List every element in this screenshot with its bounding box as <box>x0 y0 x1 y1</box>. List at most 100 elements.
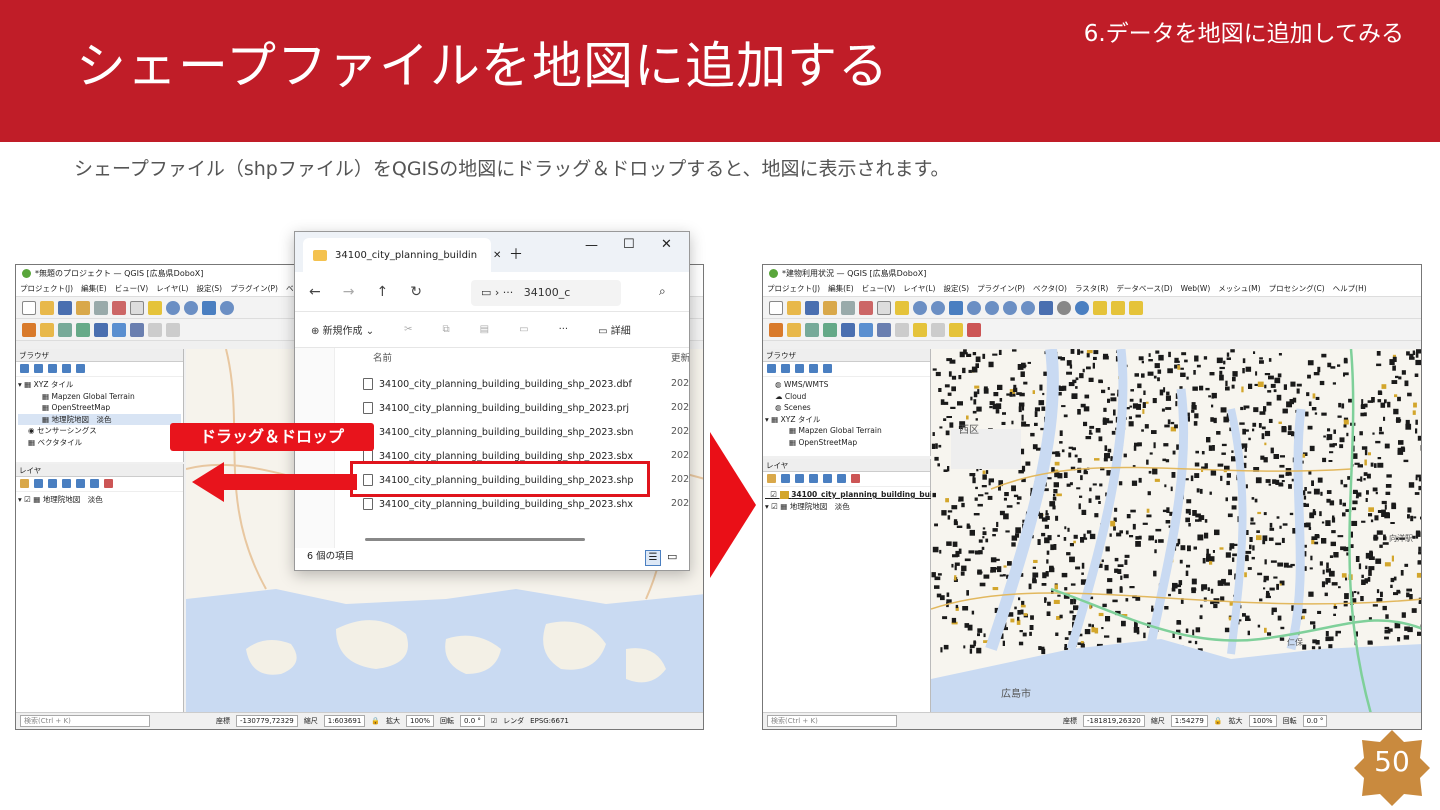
diagram-icon[interactable] <box>967 322 981 337</box>
render-checkbox[interactable]: ☑ <box>491 717 497 725</box>
digitize-icon[interactable] <box>895 322 909 337</box>
menu-item[interactable]: メッシュ(M) <box>1218 283 1260 294</box>
menu-item[interactable]: 編集(E) <box>828 283 854 294</box>
lock-icon[interactable]: 🔒 <box>1214 717 1223 725</box>
tree-item[interactable]: ▾ ▦ XYZ タイル <box>18 379 181 391</box>
menu-item[interactable]: ベクタ(O) <box>1033 283 1067 294</box>
add-raster-icon[interactable] <box>805 322 819 337</box>
pan-to-selection-icon[interactable] <box>895 300 909 315</box>
edit-icon[interactable] <box>166 322 180 337</box>
search-icon[interactable]: ⌕ <box>659 284 666 299</box>
tree-item[interactable]: ▦ Mapzen Global Terrain <box>18 391 181 403</box>
copy-icon[interactable]: ⧉ <box>443 324 450 335</box>
new-project-icon[interactable] <box>769 300 783 315</box>
collapse-icon[interactable] <box>809 364 818 373</box>
refresh-icon[interactable] <box>1075 300 1089 315</box>
pan-hand-icon[interactable] <box>130 300 144 315</box>
zoom-in-icon[interactable] <box>913 300 927 315</box>
menu-item[interactable]: ラスタ(R) <box>1075 283 1108 294</box>
eye-icon[interactable] <box>48 479 57 488</box>
filter-icon[interactable] <box>48 364 57 373</box>
explorer-tab[interactable]: 34100_city_planning_buildin ✕ <box>303 238 501 272</box>
add-vector-icon[interactable] <box>787 322 801 337</box>
digitize-icon[interactable] <box>148 322 162 337</box>
file-row[interactable]: 34100_city_planning_building_building_sh… <box>363 421 633 443</box>
eye-icon[interactable] <box>795 474 804 483</box>
list-view-icon[interactable]: ☰ <box>645 550 661 566</box>
open-folder-icon[interactable] <box>787 300 801 315</box>
menu-item[interactable]: Web(W) <box>1181 284 1211 293</box>
horizontal-scrollbar[interactable] <box>365 538 585 541</box>
add-wms-icon[interactable] <box>841 322 855 337</box>
close-window-icon[interactable]: ✕ <box>661 237 672 252</box>
tree-item[interactable]: ▦ Mapzen Global Terrain <box>765 425 928 437</box>
rotation-field[interactable]: 0.0 ° <box>1302 715 1328 727</box>
data-source-manager-icon[interactable] <box>769 322 783 337</box>
menu-item[interactable]: ヘルプ(H) <box>1333 283 1367 294</box>
up-icon[interactable]: ↑ <box>376 284 388 300</box>
save-edits-icon[interactable] <box>931 322 945 337</box>
zoom-out-icon[interactable] <box>184 300 198 315</box>
collapse-icon[interactable] <box>837 474 846 483</box>
zoom-full-icon[interactable] <box>949 300 963 315</box>
crs-button[interactable]: EPSG:6671 <box>530 717 569 725</box>
tree-item[interactable]: ☁ Cloud <box>765 391 928 403</box>
print-layout-icon[interactable] <box>94 300 108 315</box>
save-as-icon[interactable] <box>76 300 90 315</box>
zoom-field[interactable]: 100% <box>406 715 435 727</box>
tree-item[interactable]: ▦ 地理院地図 淡色 <box>18 413 181 425</box>
menu-item[interactable]: レイヤ(L) <box>903 283 935 294</box>
collapse-icon[interactable] <box>90 479 99 488</box>
coord-field[interactable]: -130779,72329 <box>236 715 298 727</box>
info-icon[interactable] <box>823 364 832 373</box>
menu-item[interactable]: プロジェクト(J) <box>767 283 820 294</box>
remove-layer-icon[interactable] <box>104 479 113 488</box>
refresh-icon[interactable]: ↻ <box>410 284 422 300</box>
tree-item[interactable]: ◍ WMS/WMTS <box>765 379 928 391</box>
tree-item[interactable]: ▦ ベクタタイル <box>18 437 181 449</box>
tree-item[interactable]: ▦ OpenStreetMap <box>18 402 181 414</box>
bookmark-icon[interactable] <box>1039 300 1053 315</box>
style-icon[interactable] <box>20 479 29 488</box>
menu-item[interactable]: 設定(S) <box>196 283 222 294</box>
menu-item[interactable]: 編集(E) <box>81 283 107 294</box>
search-input[interactable]: 検索(Ctrl + K) <box>20 715 150 727</box>
close-tab-icon[interactable]: ✕ <box>493 250 501 261</box>
menu-item[interactable]: レイヤ(L) <box>156 283 188 294</box>
select-icon[interactable] <box>1093 300 1107 315</box>
zoom-selection-icon[interactable] <box>985 300 999 315</box>
print-layout-icon[interactable] <box>841 300 855 315</box>
zoom-full-icon[interactable] <box>202 300 216 315</box>
add-delimited-icon[interactable] <box>76 322 90 337</box>
scale-field[interactable]: 1:54279 <box>1170 715 1208 727</box>
attribute-table-icon[interactable] <box>1111 300 1125 315</box>
menu-item[interactable]: データベース(D) <box>1116 283 1172 294</box>
column-header-updated[interactable]: 更新 <box>671 350 689 364</box>
add-group-icon[interactable] <box>34 479 43 488</box>
open-folder-icon[interactable] <box>40 300 54 315</box>
zoom-last-icon[interactable] <box>1003 300 1017 315</box>
layer-item[interactable]: ▾ ☑ ▦ 地理院地図 淡色 <box>18 494 181 506</box>
zoom-layer-icon[interactable] <box>220 300 234 315</box>
zoom-layer-icon[interactable] <box>967 300 981 315</box>
minimize-icon[interactable]: — <box>585 238 598 253</box>
menu-item[interactable]: プロジェクト(J) <box>20 283 73 294</box>
refresh-icon[interactable] <box>781 364 790 373</box>
zoom-in-icon[interactable] <box>166 300 180 315</box>
paste-icon[interactable]: ▤ <box>480 324 489 335</box>
file-row[interactable]: 34100_city_planning_building_building_sh… <box>363 373 632 395</box>
rotation-field[interactable]: 0.0 ° <box>460 715 485 727</box>
maximize-icon[interactable]: ☐ <box>623 237 635 252</box>
expand-icon[interactable] <box>823 474 832 483</box>
menu-item[interactable]: プラグイン(P) <box>977 283 1025 294</box>
menu-item[interactable]: ビュー(V) <box>115 283 148 294</box>
tree-item[interactable]: ◉ センサーシングス <box>18 425 181 437</box>
add-mesh-icon[interactable] <box>859 322 873 337</box>
new-project-icon[interactable] <box>22 300 36 315</box>
style-manager-icon[interactable] <box>112 300 126 315</box>
data-source-manager-icon[interactable] <box>22 322 36 337</box>
add-vector-icon[interactable] <box>40 322 54 337</box>
tree-item[interactable]: ◍ Scenes <box>765 402 928 414</box>
menu-item[interactable]: プロセシング(C) <box>1269 283 1325 294</box>
menu-item[interactable]: 設定(S) <box>943 283 969 294</box>
